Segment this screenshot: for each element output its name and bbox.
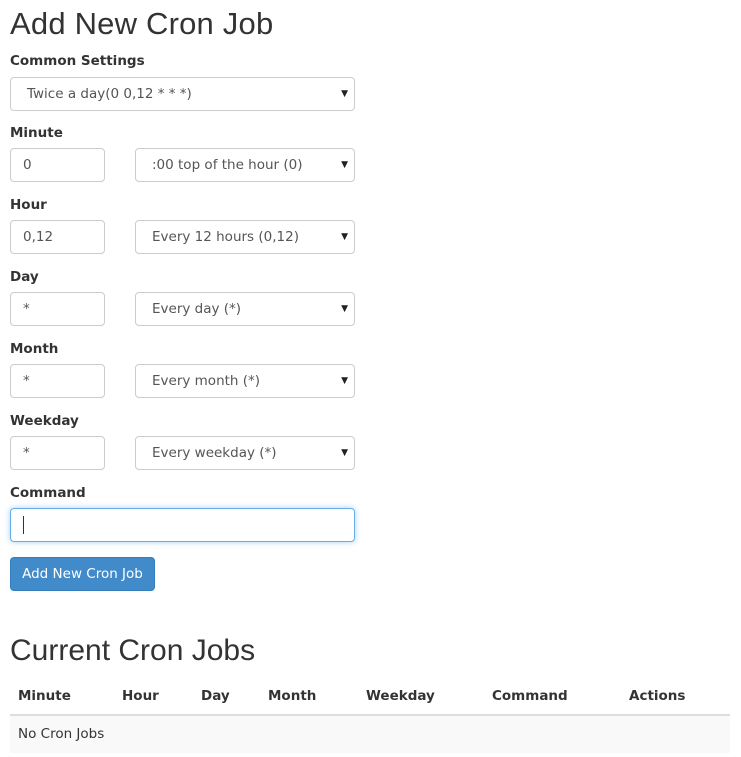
- column-header-weekday: Weekday: [366, 688, 435, 704]
- month-select[interactable]: Every month (*) ▼: [135, 364, 355, 398]
- month-input[interactable]: *: [10, 364, 105, 398]
- minute-label: Minute: [10, 125, 63, 141]
- day-input[interactable]: *: [10, 292, 105, 326]
- empty-message: No Cron Jobs: [18, 726, 105, 742]
- minute-input[interactable]: 0: [10, 148, 105, 182]
- add-cron-job-button[interactable]: Add New Cron Job: [10, 557, 155, 591]
- chevron-down-icon: ▼: [341, 232, 348, 242]
- day-select[interactable]: Every day (*) ▼: [135, 292, 355, 326]
- common-settings-label: Common Settings: [10, 53, 145, 69]
- chevron-down-icon: ▼: [341, 160, 348, 170]
- weekday-select[interactable]: Every weekday (*) ▼: [135, 436, 355, 470]
- add-cron-job-title: Add New Cron Job: [10, 6, 274, 41]
- hour-label: Hour: [10, 197, 47, 213]
- column-header-month: Month: [268, 688, 317, 704]
- minute-select[interactable]: :00 top of the hour (0) ▼: [135, 148, 355, 182]
- chevron-down-icon: ▼: [341, 448, 348, 458]
- day-label: Day: [10, 269, 39, 285]
- common-settings-select[interactable]: Twice a day(0 0,12 * * *) ▼: [10, 77, 355, 111]
- weekday-input[interactable]: *: [10, 436, 105, 470]
- minute-select-value: :00 top of the hour (0): [152, 157, 303, 173]
- hour-input[interactable]: 0,12: [10, 220, 105, 254]
- column-header-actions: Actions: [629, 688, 686, 704]
- column-header-minute: Minute: [18, 688, 71, 704]
- command-input[interactable]: [10, 508, 355, 542]
- weekday-label: Weekday: [10, 413, 79, 429]
- hour-select-value: Every 12 hours (0,12): [152, 229, 299, 245]
- chevron-down-icon: ▼: [341, 376, 348, 386]
- table-row: No Cron Jobs: [10, 716, 730, 753]
- current-cron-jobs-title: Current Cron Jobs: [10, 634, 256, 667]
- chevron-down-icon: ▼: [341, 89, 348, 99]
- text-cursor: [23, 516, 24, 534]
- column-header-command: Command: [492, 688, 568, 704]
- column-header-day: Day: [201, 688, 230, 704]
- day-select-value: Every day (*): [152, 301, 242, 317]
- month-select-value: Every month (*): [152, 373, 261, 389]
- weekday-select-value: Every weekday (*): [152, 445, 277, 461]
- month-label: Month: [10, 341, 59, 357]
- common-settings-value: Twice a day(0 0,12 * * *): [27, 86, 192, 102]
- column-header-hour: Hour: [122, 688, 159, 704]
- chevron-down-icon: ▼: [341, 304, 348, 314]
- command-label: Command: [10, 485, 86, 501]
- hour-select[interactable]: Every 12 hours (0,12) ▼: [135, 220, 355, 254]
